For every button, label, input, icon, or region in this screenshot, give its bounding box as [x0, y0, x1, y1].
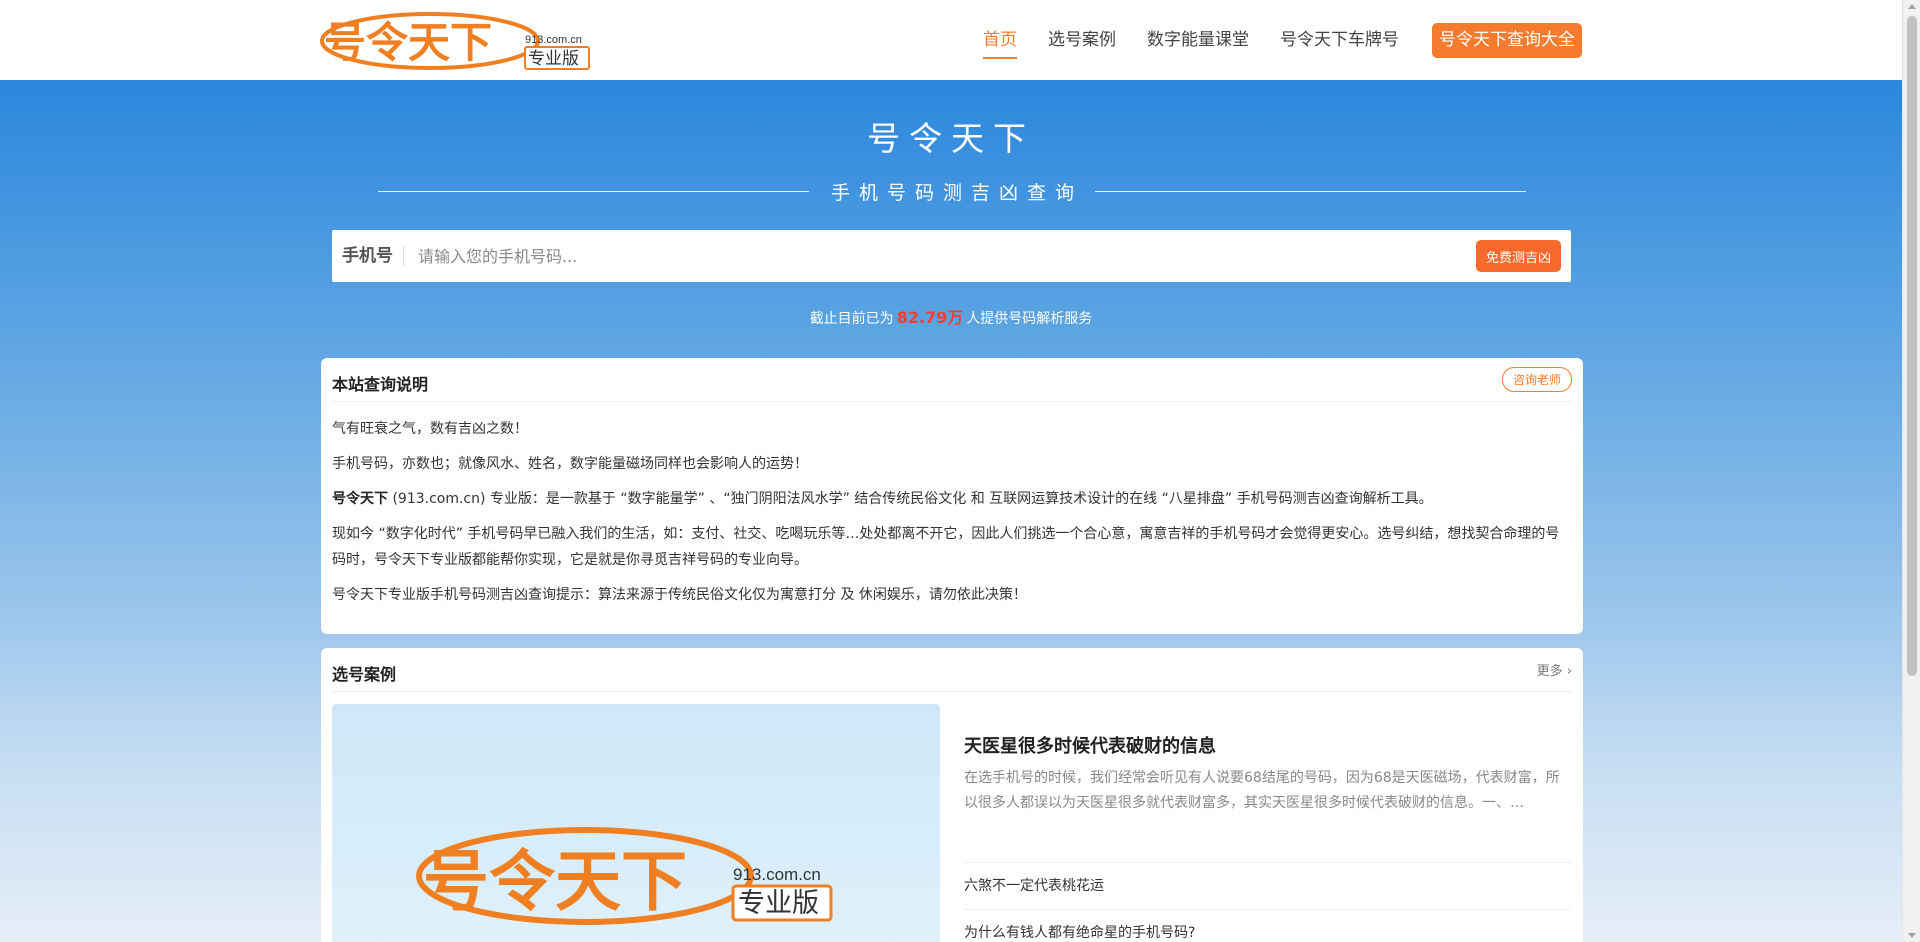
divider-right — [1095, 190, 1527, 192]
hero-section: 号令天下 手机号码测吉凶查询 手机号 免费测吉凶 截止目前已为82.79万人提供… — [0, 80, 1902, 942]
hero-subtitle-row: 手机号码测吉凶查询 — [378, 176, 1527, 206]
case-list-item[interactable]: 为什么有钱人都有绝命星的手机号码? — [964, 910, 1571, 942]
phone-search-box: 手机号 免费测吉凶 — [332, 230, 1571, 282]
more-link[interactable]: 更多 › — [1537, 660, 1572, 679]
cover-logo-main-text: 号令天下 — [423, 844, 687, 918]
cover-logo-edition: 专业版 — [738, 888, 819, 918]
scrollbar-thumb[interactable] — [1907, 16, 1917, 676]
logo-graphic: 号令天下 913.com.cn 专业版 — [320, 12, 590, 70]
query-all-button[interactable]: 号令天下查询大全 — [1432, 22, 1582, 58]
logo-main-text: 号令天下 — [324, 19, 492, 66]
logo-edition: 专业版 — [528, 49, 579, 68]
phone-input[interactable] — [404, 246, 1476, 266]
scroll-up-icon[interactable] — [1908, 4, 1916, 9]
intro-title: 本站查询说明 — [332, 374, 429, 394]
main-nav: 首页 选号案例 数字能量课堂 号令天下车牌号 号令天下查询大全 — [983, 0, 1582, 80]
logo-domain: 913.com.cn — [525, 34, 582, 46]
cases-card: 选号案例 更多 › 号令天下 913.com.cn 专业版 天医星很多时候代表破… — [321, 648, 1583, 942]
cases-title: 选号案例 — [332, 664, 397, 684]
intro-paragraph: 气有旺衰之气，数有吉凶之数！ — [332, 421, 528, 437]
chevron-right-icon: › — [1566, 664, 1572, 679]
search-label: 手机号 — [332, 246, 404, 266]
intro-text: (913.com.cn) 专业版：是一款基于 “数字能量学” 、“独门阴阳法风水… — [388, 491, 1433, 507]
top-header: 号令天下 913.com.cn 专业版 首页 选号案例 数字能量课堂 号令天下车… — [0, 0, 1902, 80]
nav-cases[interactable]: 选号案例 — [1048, 27, 1116, 53]
nav-home[interactable]: 首页 — [983, 27, 1017, 59]
intro-paragraph: 手机号码，亦数也；就像风水、姓名，数字能量磁场同样也会影响人的运势！ — [332, 456, 808, 472]
site-logo[interactable]: 号令天下 913.com.cn 专业版 — [320, 10, 590, 72]
nav-plate-number[interactable]: 号令天下车牌号 — [1280, 27, 1399, 53]
cover-logo-graphic: 号令天下 913.com.cn 专业版 — [416, 827, 833, 925]
stat-suffix: 人提供号码解析服务 — [966, 311, 1093, 327]
featured-case-desc: 在选手机号的时候，我们经常会听见有人说要68结尾的号码，因为68是天医磁场，代表… — [964, 766, 1571, 863]
cases-card-header: 选号案例 更多 › — [332, 648, 1572, 692]
stat-count: 82.79万 — [896, 308, 964, 327]
free-test-button[interactable]: 免费测吉凶 — [1475, 240, 1561, 272]
divider-left — [378, 190, 809, 192]
case-cover-image[interactable]: 号令天下 913.com.cn 专业版 — [332, 704, 940, 942]
page-scrollbar[interactable] — [1902, 0, 1920, 942]
intro-paragraph: 现如今 “数字化时代” 手机号码早已融入我们的生活，如：支付、社交、吃喝玩乐等…… — [332, 526, 1560, 568]
service-stat: 截止目前已为 82.79万 人提供号码解析服务 — [0, 304, 1902, 328]
more-label: 更多 — [1536, 664, 1563, 679]
nav-classroom[interactable]: 数字能量课堂 — [1147, 27, 1249, 53]
intro-paragraph: 号令天下 (913.com.cn) 专业版：是一款基于 “数字能量学” 、“独门… — [332, 486, 1572, 512]
hero-subtitle: 手机号码测吉凶查询 — [831, 181, 1084, 204]
intro-card-header: 本站查询说明 咨询老师 — [332, 358, 1572, 402]
stat-prefix: 截止目前已为 — [809, 311, 894, 327]
intro-paragraph: 号令天下专业版手机号码测吉凶查询提示：算法来源于传统民俗文化仅为寓意打分 及 休… — [332, 587, 1027, 603]
case-list: 天医星很多时候代表破财的信息 在选手机号的时候，我们经常会听见有人说要68结尾的… — [964, 734, 1571, 942]
intro-card: 本站查询说明 咨询老师 气有旺衰之气，数有吉凶之数！ 手机号码，亦数也；就像风水… — [321, 358, 1583, 634]
consult-teacher-button[interactable]: 咨询老师 — [1501, 367, 1572, 392]
intro-body: 气有旺衰之气，数有吉凶之数！ 手机号码，亦数也；就像风水、姓名，数字能量磁场同样… — [321, 402, 1583, 608]
brand-name: 号令天下 — [332, 491, 388, 507]
scroll-down-icon[interactable] — [1908, 933, 1916, 938]
hero-title: 号令天下 — [867, 119, 1035, 158]
featured-case-title[interactable]: 天医星很多时候代表破财的信息 — [964, 734, 1571, 760]
case-list-item[interactable]: 六煞不一定代表桃花运 — [964, 863, 1571, 910]
cover-logo-domain: 913.com.cn — [733, 865, 821, 884]
